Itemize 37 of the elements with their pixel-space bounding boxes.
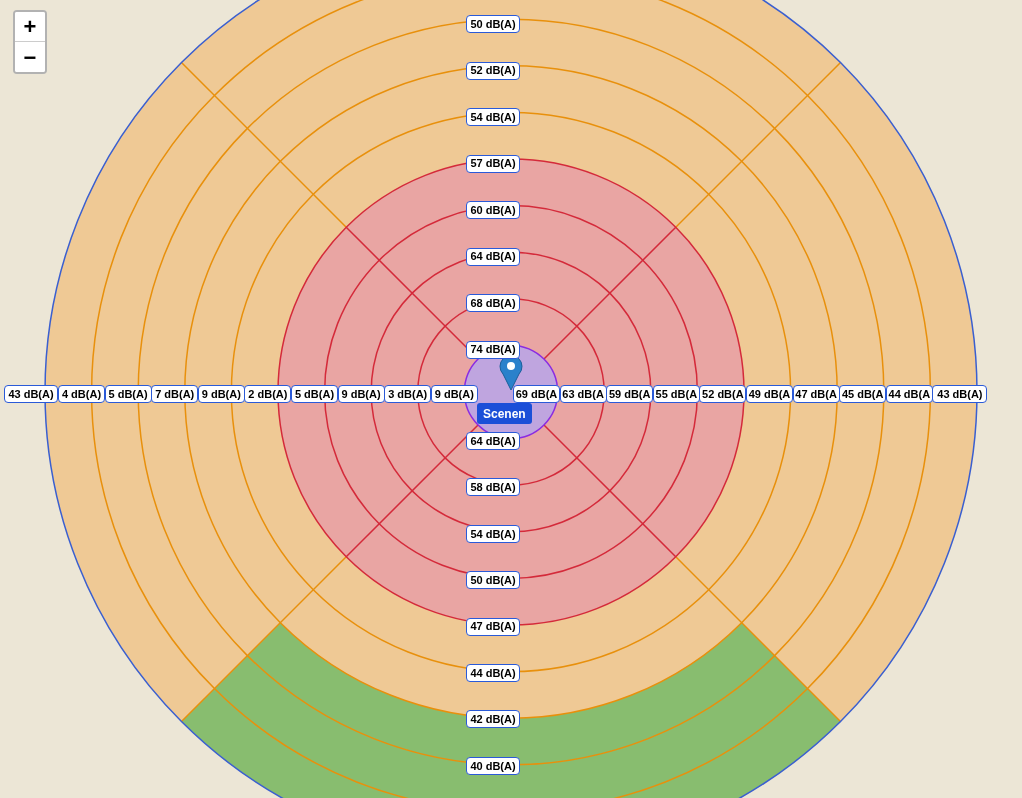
noise-level-label: 43 dB(A): [4, 385, 58, 403]
noise-level-label: 50 dB(A): [466, 15, 520, 33]
noise-level-label: 59 dB(A: [606, 385, 654, 403]
noise-level-label: 5 dB(A): [104, 385, 152, 403]
noise-level-label: 49 dB(A: [746, 385, 793, 403]
marker-label: Scenen: [477, 403, 532, 424]
noise-level-label: 43 dB(A): [932, 385, 988, 403]
noise-level-label: 45 dB(A: [839, 385, 887, 403]
noise-level-label: 47 dB(A: [792, 385, 840, 403]
noise-level-label: 9 dB(A): [197, 385, 245, 403]
noise-level-label: 69 dB(A: [513, 385, 560, 403]
noise-level-label: 2 dB(A): [244, 385, 292, 403]
noise-level-label: 58 dB(A): [466, 478, 520, 497]
noise-level-label: 47 dB(A): [466, 617, 520, 636]
noise-level-label: 42 dB(A): [466, 710, 520, 729]
noise-level-label: 54 dB(A): [466, 524, 520, 543]
noise-level-label: 68 dB(A): [466, 294, 520, 312]
noise-level-label: 9 dB(A): [430, 385, 478, 403]
noise-level-label: 3 dB(A): [384, 385, 432, 403]
noise-level-label: 4 dB(A): [58, 385, 105, 403]
noise-level-label: 50 dB(A): [466, 571, 520, 590]
noise-level-label: 44 dB(A): [466, 664, 520, 682]
noise-level-label: 64 dB(A): [466, 432, 520, 450]
noise-level-label: 5 dB(A): [291, 385, 338, 403]
noise-level-label: 52 dB(A): [466, 61, 520, 80]
noise-level-label: 44 dB(A: [885, 385, 933, 403]
noise-level-label: 7 dB(A): [151, 385, 199, 403]
noise-level-label: 55 dB(A: [652, 385, 700, 403]
noise-level-label: 52 dB(A: [699, 385, 747, 403]
noise-level-label: 74 dB(A): [466, 340, 520, 359]
noise-level-label: 60 dB(A): [466, 201, 520, 219]
noise-level-label: 64 dB(A): [466, 247, 520, 266]
noise-level-label: 57 dB(A): [466, 154, 520, 173]
noise-level-label: 63 dB(A: [559, 385, 607, 403]
noise-level-label: 54 dB(A): [466, 108, 520, 126]
noise-level-label: 9 dB(A): [337, 385, 385, 403]
zoom-in-button[interactable]: +: [15, 12, 45, 42]
